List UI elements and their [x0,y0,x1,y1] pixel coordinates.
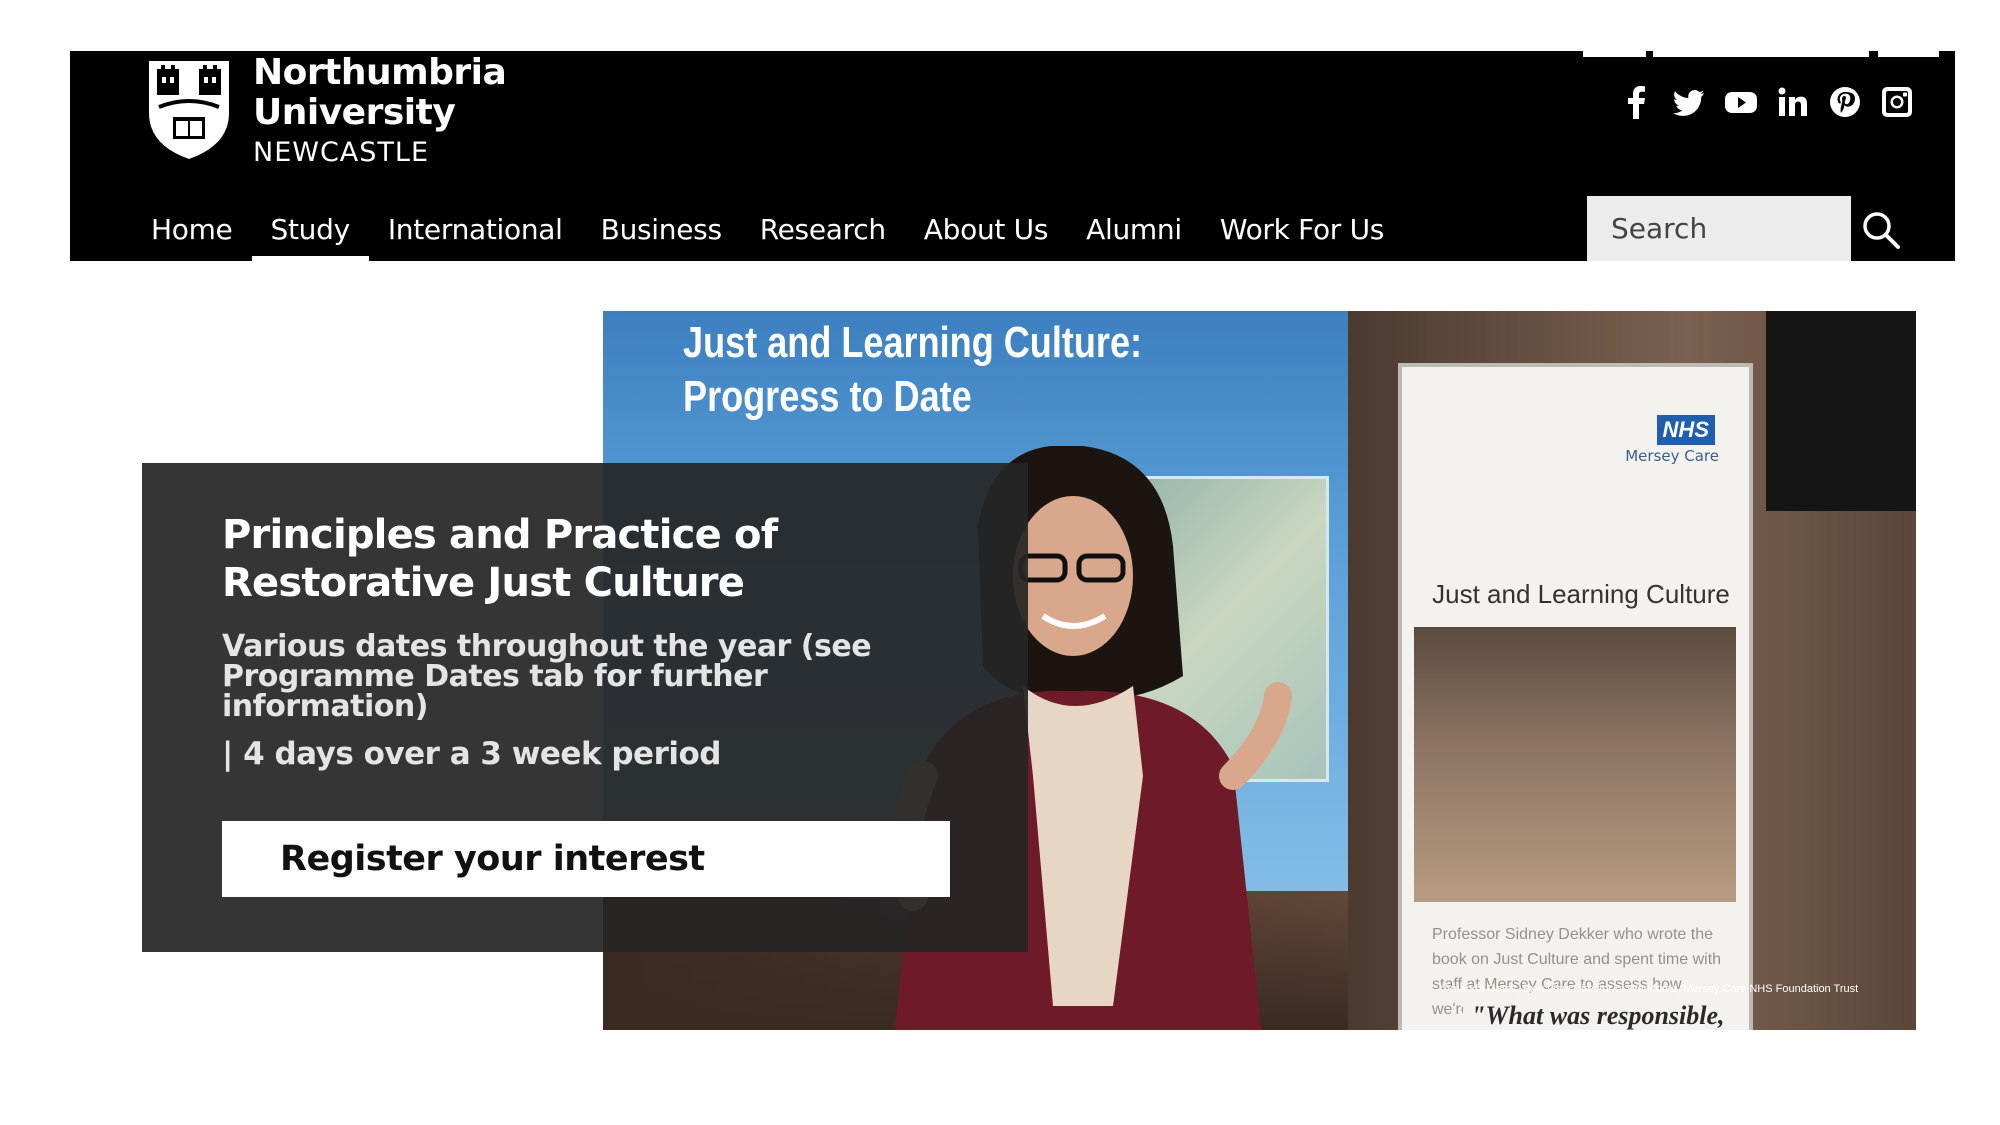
banner-heading: Just and Learning Culture [1432,579,1730,609]
nav-item-home[interactable]: Home [132,201,252,261]
nhs-logo: NHS [1656,415,1715,445]
social-links [1621,85,1913,119]
search-icon[interactable] [1860,209,1902,251]
crest-icon [149,61,229,159]
wall-speaker [1766,311,1916,511]
university-logo[interactable]: Northumbria University NEWCASTLE [145,52,507,168]
linkedin-icon[interactable] [1777,85,1809,119]
banner-credit: *Amanda Oates, Executive Director of Wor… [1439,983,1859,995]
twitter-icon[interactable] [1673,85,1705,119]
banner-pullquote: "What was responsible, [1463,1001,1733,1030]
course-dates: Various dates throughout the year (see P… [222,629,872,724]
nav-item-about-us[interactable]: About Us [905,201,1067,261]
course-hero-panel: Principles and Practice of Restorative J… [142,463,1028,952]
nav-item-international[interactable]: International [369,201,582,261]
banner-org-name: Mersey Care [1625,447,1719,465]
nav-item-study[interactable]: Study [251,201,370,261]
nav-item-work-for-us[interactable]: Work For Us [1201,201,1403,261]
logo-line-2: University [253,92,456,133]
slide-title-line-1: Just and Learning Culture: [683,318,1143,367]
register-interest-button[interactable]: Register your interest [222,821,950,897]
pinterest-icon[interactable] [1829,85,1861,119]
search-input[interactable] [1587,196,1851,261]
logo-line-3: NEWCASTLE [253,137,430,168]
instagram-icon[interactable] [1881,85,1913,119]
site-header: Northumbria University NEWCASTLE Home St… [70,51,1955,261]
course-title: Principles and Practice of Restorative J… [222,512,778,606]
course-duration: | 4 days over a 3 week period [222,736,721,772]
slide-title: Just and Learning Culture: Progress to D… [683,316,1142,424]
pull-up-banner: NHS Mersey Care Just and Learning Cultur… [1398,363,1753,1030]
nav-item-research[interactable]: Research [741,201,905,261]
nav-item-business[interactable]: Business [582,201,741,261]
slide-title-line-2: Progress to Date [683,372,972,421]
banner-photo [1414,627,1736,902]
logo-line-1: Northumbria [253,52,507,93]
youtube-icon[interactable] [1725,85,1757,119]
nav-item-alumni[interactable]: Alumni [1067,201,1201,261]
main-nav: Home Study International Business Resear… [132,201,1403,261]
facebook-icon[interactable] [1621,85,1653,119]
wordmark: Northumbria University NEWCASTLE [253,52,507,168]
